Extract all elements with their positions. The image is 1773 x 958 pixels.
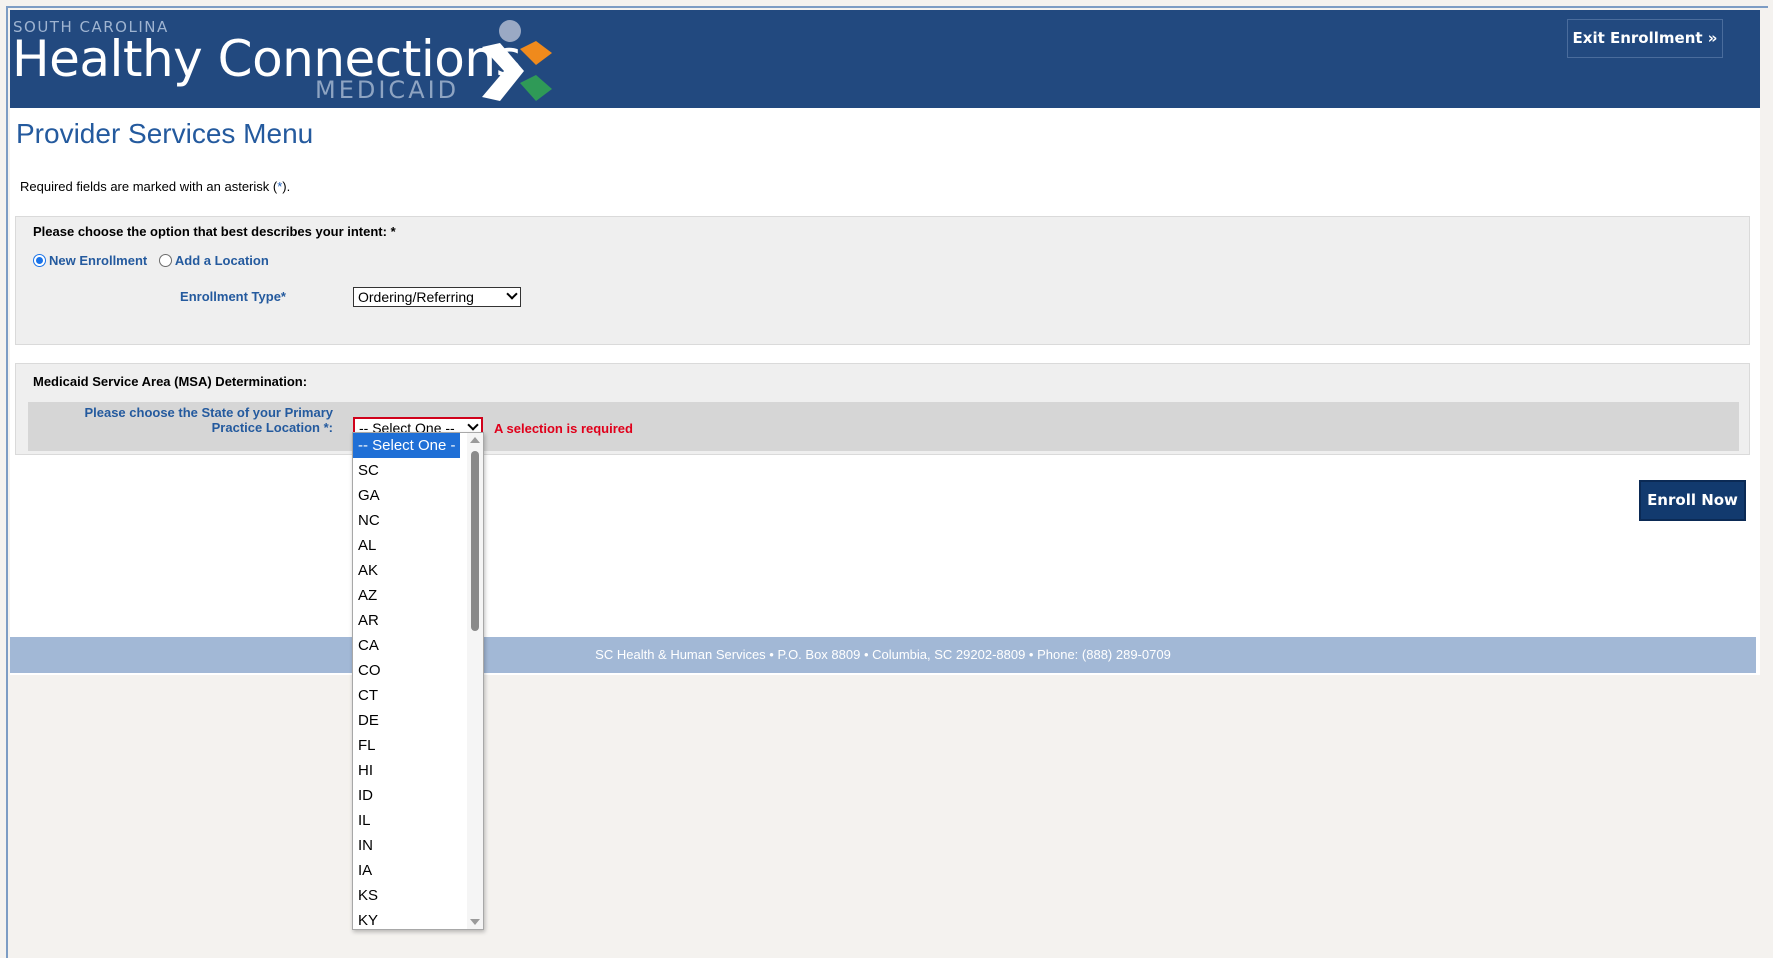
enrollment-type-label: Enrollment Type*: [180, 289, 286, 304]
state-option[interactable]: FL: [353, 733, 460, 758]
radio-add-location-label[interactable]: Add a Location: [175, 253, 269, 268]
state-option-list: -- Select One -- SC GA NC AL AK AZ AR CA CO CT DE FL…: [353, 433, 483, 929]
enrollment-type-select[interactable]: Ordering/Referring: [353, 287, 521, 307]
page-title: Provider Services Menu: [16, 118, 314, 149]
state-option[interactable]: AR: [353, 608, 460, 633]
scroll-up-arrow-icon[interactable]: [470, 437, 480, 443]
state-option[interactable]: HI: [353, 758, 460, 783]
healthy-connections-logo-icon: [482, 20, 552, 101]
chevron-down-icon: [467, 419, 479, 431]
state-option[interactable]: ID: [353, 783, 460, 808]
state-dropdown-list[interactable]: -- Select One -- SC GA NC AL AK AZ AR CA CO CT DE FL…: [352, 432, 484, 930]
radio-add-location-dot[interactable]: [158, 254, 172, 267]
scroll-down-arrow-icon[interactable]: [470, 919, 480, 925]
state-option[interactable]: CO: [353, 658, 460, 683]
state-option[interactable]: NC: [353, 508, 460, 533]
msa-heading: Medicaid Service Area (MSA) Determinatio…: [33, 374, 308, 389]
state-option[interactable]: AK: [353, 558, 460, 583]
state-option[interactable]: CA: [353, 633, 460, 658]
intent-radio-group: New Enrollment Add a Location: [33, 253, 269, 268]
radio-new-enrollment-label[interactable]: New Enrollment: [49, 253, 147, 268]
exit-enrollment-button[interactable]: Exit Enrollment »: [1567, 19, 1723, 58]
required-fields-note: Required fields are marked with an aster…: [20, 179, 290, 194]
msa-panel: Medicaid Service Area (MSA) Determinatio…: [15, 363, 1750, 455]
state-option[interactable]: IA: [353, 858, 460, 883]
state-option[interactable]: IN: [353, 833, 460, 858]
state-option[interactable]: KY: [353, 908, 460, 929]
state-option[interactable]: -- Select One --: [353, 433, 460, 479]
radio-new-enrollment[interactable]: New Enrollment: [33, 253, 147, 268]
intent-panel: Please choose the option that best descr…: [15, 216, 1750, 345]
dropdown-scrollbar[interactable]: [467, 433, 483, 929]
logo-subtitle: MEDICAID: [315, 76, 460, 104]
chevron-down-icon: [506, 288, 518, 300]
state-option[interactable]: GA: [353, 483, 460, 508]
state-option[interactable]: AL: [353, 533, 460, 558]
scrollbar-thumb[interactable]: [471, 451, 479, 631]
state-option[interactable]: DE: [353, 708, 460, 733]
state-label-line1: Please choose the State of your Primary: [84, 405, 333, 420]
state-row: Please choose the State of your Primary …: [28, 402, 1739, 451]
state-label: Please choose the State of your Primary …: [28, 405, 333, 435]
page-content: SOUTH CAROLINA Healthy Connections MEDIC…: [10, 10, 1760, 675]
enroll-now-button[interactable]: Enroll Now: [1639, 480, 1746, 521]
radio-new-enrollment-dot[interactable]: [33, 254, 46, 267]
state-error-message: A selection is required: [494, 421, 633, 436]
state-option[interactable]: CT: [353, 683, 460, 708]
required-note-prefix: Required fields are marked with an aster…: [20, 179, 278, 194]
radio-add-location[interactable]: Add a Location: [158, 253, 269, 268]
state-option[interactable]: AZ: [353, 583, 460, 608]
state-option[interactable]: IL: [353, 808, 460, 833]
enrollment-type-value: Ordering/Referring: [358, 289, 474, 305]
state-label-line2: Practice Location *:: [211, 420, 333, 435]
required-note-suffix: ).: [282, 179, 291, 194]
intent-heading: Please choose the option that best descr…: [33, 224, 396, 239]
state-option[interactable]: SC: [353, 458, 460, 483]
state-option[interactable]: KS: [353, 883, 460, 908]
page-footer: SC Health & Human Services • P.O. Box 88…: [10, 637, 1756, 673]
site-header: SOUTH CAROLINA Healthy Connections MEDIC…: [10, 10, 1760, 108]
